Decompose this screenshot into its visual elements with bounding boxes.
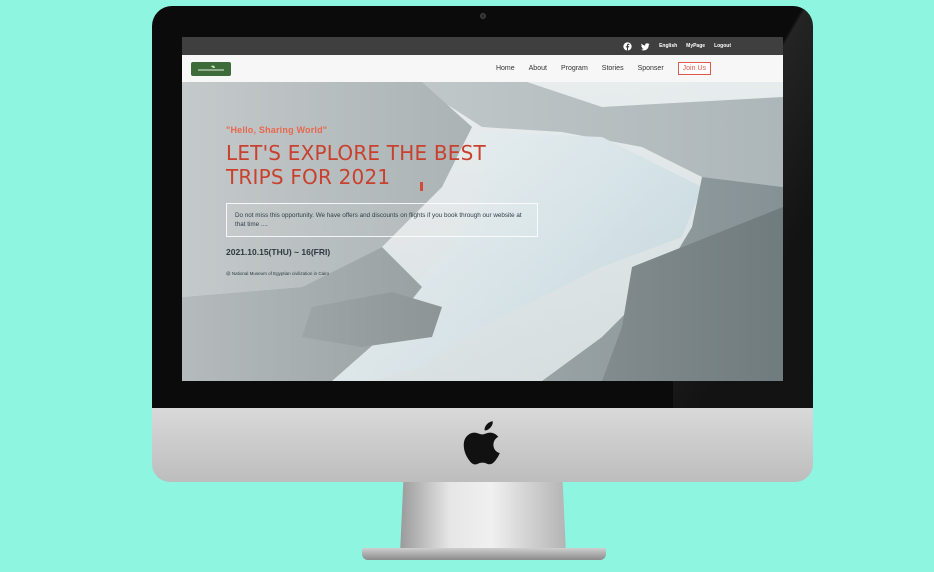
nav-menu: Home About Program Stories Sponser Join … [496,55,711,82]
apple-logo-icon [463,421,500,465]
hero-tagline: "Hello, Sharing World" [226,125,328,135]
hero-content: "Hello, Sharing World" LET'S EXPLORE THE… [226,125,546,276]
twitter-icon[interactable] [641,42,650,51]
headline-line-1: LET'S EXPLORE THE BEST [226,141,486,165]
nav-stories[interactable]: Stories [602,65,624,72]
monitor-stand [400,482,566,554]
nav-sponser[interactable]: Sponser [638,65,664,72]
description-box: Do not miss this opportunity. We have of… [226,203,538,237]
logout-link[interactable]: Logout [714,43,731,49]
hero-description: Do not miss this opportunity. We have of… [235,212,522,228]
event-date: 2021.10.15(THU) ~ 16(FRI) [226,247,331,257]
camera-icon [480,13,486,19]
headline-line-2: TRIPS FOR 2021 [226,165,391,189]
imac-device: English MyPage Logout Home About Program… [0,0,934,572]
facebook-icon[interactable] [623,41,632,51]
nav-program[interactable]: Program [561,65,588,72]
language-link[interactable]: English [659,43,677,49]
nav-about[interactable]: About [529,65,547,72]
utility-bar: English MyPage Logout [182,37,783,55]
hero-headline: LET'S EXPLORE THE BEST TRIPS FOR 2021 [226,141,546,189]
nav-home[interactable]: Home [496,65,515,72]
main-navbar: Home About Program Stories Sponser Join … [182,55,783,82]
monitor-stand-base [362,548,606,560]
site-logo[interactable] [191,62,231,76]
mypage-link[interactable]: MyPage [686,43,705,49]
screen: English MyPage Logout Home About Program… [182,37,783,381]
event-venue: @ National Museum of Egyptian civilizati… [226,271,330,276]
leaf-icon [198,65,224,71]
join-us-button[interactable]: Join Us [677,62,711,75]
